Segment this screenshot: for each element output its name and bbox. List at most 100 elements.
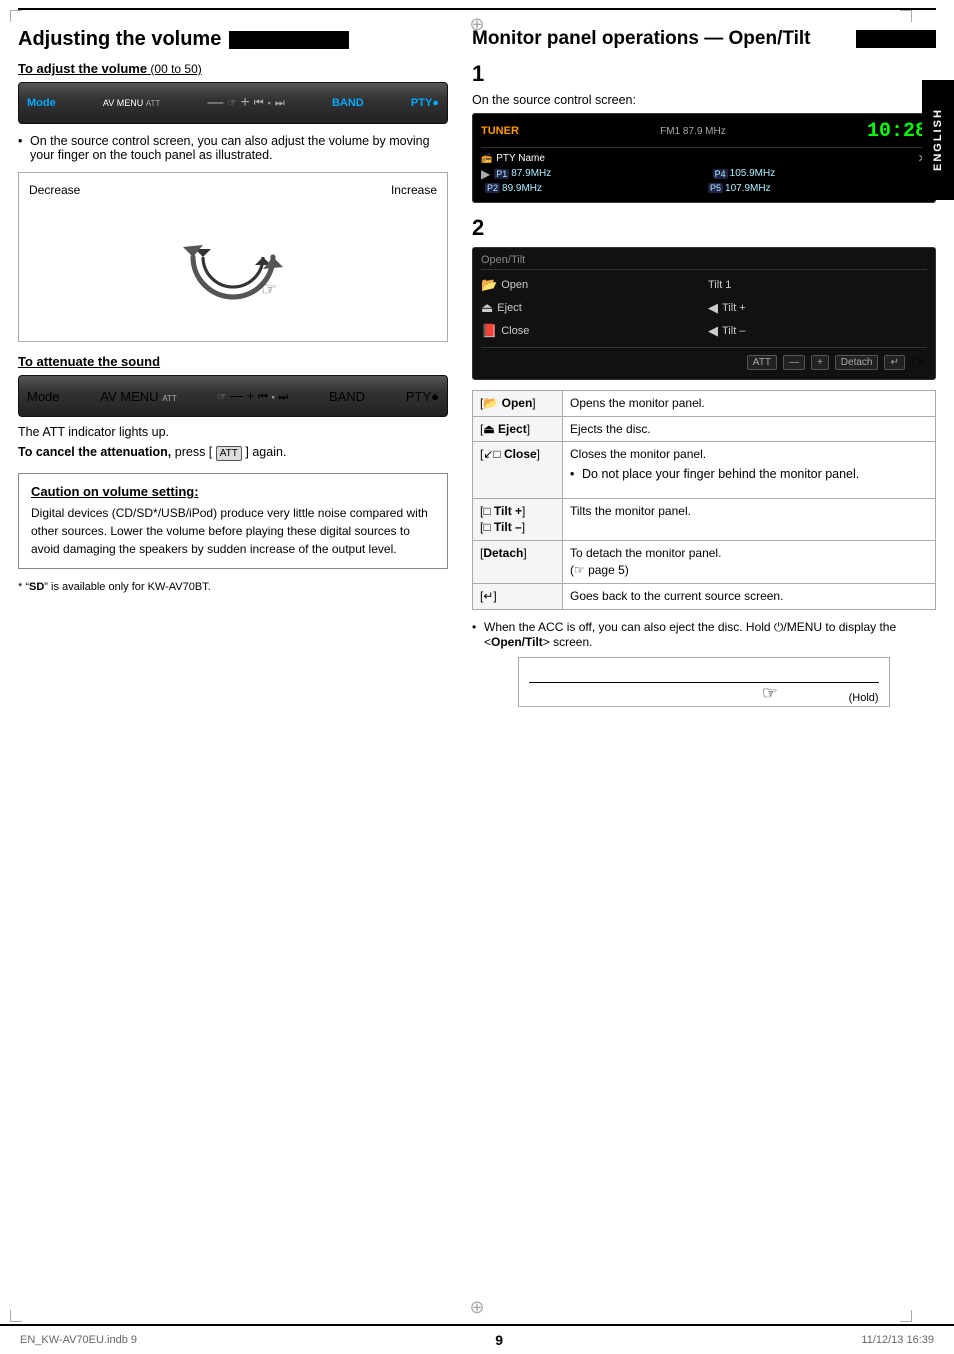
plus-btn-1: +	[240, 94, 249, 112]
volume-diagram: Decrease Increase ☞	[18, 172, 448, 342]
table-row-open: [📂 Open] Opens the monitor panel.	[473, 390, 936, 416]
crosshair-top-icon: ⊕	[469, 14, 484, 35]
ot-back-btn: ↵	[884, 355, 904, 370]
left-column: Adjusting the volume To adjust the volum…	[18, 28, 448, 707]
ot-att-btn: ATT	[747, 355, 777, 370]
av-menu-2: AV MENU ATT	[100, 389, 176, 404]
table-key-tilt: [□ Tilt +][□ Tilt –]	[473, 498, 563, 541]
table-key-close: [↙□ Close]	[473, 442, 563, 498]
ot-item-open: 📂 Open	[481, 275, 700, 295]
table-key-back: [↵]	[473, 583, 563, 609]
sq-icon-2: ▪	[271, 392, 274, 402]
table-row-detach: [Detach] To detach the monitor panel.(☞ …	[473, 541, 936, 584]
attenuate-label: To attenuate the sound	[18, 354, 448, 369]
table-key-open: [📂 Open]	[473, 390, 563, 416]
att-indicator-text: The ATT indicator lights up.	[18, 425, 448, 439]
tuner-cells-row-2: P2 89.9MHz P5 107.9MHz	[481, 183, 927, 194]
close-note: Do not place your finger behind the moni…	[570, 466, 928, 484]
ot-item-eject: ⏏ Eject	[481, 298, 700, 318]
crosshair-bottom-icon: ⊕	[469, 1297, 484, 1318]
mode-btn-1: Mode	[27, 97, 56, 109]
band-btn-1: BAND	[332, 97, 364, 109]
bullet-text-1: On the source control screen, you can al…	[18, 134, 448, 162]
ot-item-tilt1: Tilt 1	[708, 275, 927, 295]
ot-icon-open: 📂	[481, 277, 497, 293]
right-column: Monitor panel operations — Open/Tilt 1 O…	[472, 28, 936, 707]
ot-bottom-bar: ATT — + Detach ↵ ☞	[481, 347, 927, 373]
ot-item-close: 📕 Close	[481, 321, 700, 341]
next-btn-1: ⏭	[275, 97, 285, 110]
tuner-screen: TUNER FM1 87.9 MHz 10:28 📻 PTY Name ✕ ▶	[472, 113, 936, 203]
section-heading-volume: Adjusting the volume	[18, 28, 448, 51]
caution-title: Caution on volume setting:	[31, 484, 435, 499]
ot-icon-tilt-minus: ◀	[708, 323, 718, 339]
table-key-detach: [Detach]	[473, 541, 563, 584]
av-menu-1: AV MENU ATT	[103, 98, 160, 108]
caution-box: Caution on volume setting: Digital devic…	[18, 473, 448, 569]
av-menu-label-2: AV MENU	[100, 389, 158, 404]
cell-num-3: P2	[485, 183, 500, 193]
prev-btn-1: ⏮	[254, 97, 264, 110]
device-bar-2: Mode AV MENU ATT ☞ — + ⏮ ▪ ⏭ BAND PTY●	[18, 375, 448, 417]
monitor-heading: Monitor panel operations — Open/Tilt	[472, 28, 936, 51]
tuner-label: TUNER	[481, 125, 519, 137]
corner-mark-tr	[900, 10, 912, 22]
page-number: 9	[495, 1332, 503, 1348]
hold-line	[529, 682, 878, 683]
mode-btn-2: Mode	[27, 389, 60, 404]
footnote: * “SD” is available only for KW-AV70BT.	[18, 581, 448, 593]
sq-icon-1: ▪	[268, 98, 271, 108]
ot-icon-eject: ⏏	[481, 300, 493, 316]
av-menu-label-1: AV MENU	[103, 98, 143, 108]
ot-finger-icon: ☞	[911, 352, 927, 373]
page-wrapper: ⊕ ⊕ ENGLISH Adjusting the volume To adju…	[0, 0, 954, 1354]
ot-icon-tilt-plus: ◀	[708, 300, 718, 316]
tuner-arrow-left: ▶	[481, 167, 490, 181]
corner-mark-bl	[10, 1310, 22, 1322]
right-bullet-note: When the ACC is off, you can also eject …	[472, 620, 936, 649]
corner-mark-br	[900, 1310, 912, 1322]
ot-item-tilt-plus: ◀ Tilt +	[708, 298, 927, 318]
touch-hand-2: ☞	[217, 392, 226, 403]
pty-btn-1: PTY●	[411, 97, 439, 109]
cancel-label: To cancel the attenuation,	[18, 445, 171, 459]
tuner-time: 10:28	[867, 120, 927, 143]
prev-btn-2: ⏮	[258, 391, 268, 403]
controls-1: — ☞ + ⏮ ▪ ⏭	[207, 94, 284, 112]
plus-btn-2: +	[247, 388, 255, 403]
tuner-fm: FM1 87.9 MHz	[660, 126, 726, 137]
tuner-fm-text: FM1	[660, 126, 680, 137]
corner-mark-tl	[10, 10, 22, 22]
opentilt-screen: Open/Tilt 📂 Open Tilt 1 ⏏ Eject ◀	[472, 247, 936, 380]
table-val-close: Closes the monitor panel. Do not place y…	[563, 442, 936, 498]
cell-num-1: P1	[494, 169, 509, 179]
tuner-header: TUNER FM1 87.9 MHz 10:28	[481, 120, 927, 148]
pty-btn-2: PTY●	[406, 389, 439, 404]
step-2-num: 2	[472, 215, 936, 241]
att-label-2: ATT	[162, 394, 177, 403]
sd-bold: SD	[29, 581, 44, 593]
step-1-num: 1	[472, 61, 936, 87]
table-row-close: [↙□ Close] Closes the monitor panel. Do …	[473, 442, 936, 498]
cell-num-2: P4	[713, 169, 728, 179]
monitor-title: Monitor panel operations — Open/Tilt	[472, 28, 848, 51]
cancel-icon-text: ATT	[220, 448, 238, 459]
hold-illustration: ☞ (Hold)	[518, 657, 889, 707]
footer-right: 11/12/13 16:39	[861, 1334, 934, 1346]
next-btn-2: ⏭	[278, 391, 288, 403]
ot-plus-btn: +	[811, 355, 829, 370]
caution-text: Digital devices (CD/SD*/USB/iPod) produc…	[31, 504, 435, 558]
tuner-cell-3: P2 89.9MHz	[485, 183, 704, 194]
sub1-label: To adjust the volume	[18, 61, 147, 76]
tuner-pty-row: 📻 PTY Name ✕	[481, 152, 927, 165]
footer-left: EN_KW-AV70EU.indb 9	[20, 1334, 137, 1346]
vol-label-decrease: Decrease	[29, 183, 80, 197]
cancel-icon: ATT	[216, 446, 242, 461]
table-val-eject: Ejects the disc.	[563, 416, 936, 442]
ot-grid: 📂 Open Tilt 1 ⏏ Eject ◀ Tilt +	[481, 275, 927, 341]
ot-detach-btn: Detach	[835, 355, 879, 370]
controls-2: ☞ — + ⏮ ▪ ⏭	[217, 388, 288, 404]
tuner-pty: 📻 PTY Name	[481, 153, 914, 164]
table-val-detach: To detach the monitor panel.(☞ page 5)	[563, 541, 936, 584]
main-content: Adjusting the volume To adjust the volum…	[0, 18, 954, 717]
